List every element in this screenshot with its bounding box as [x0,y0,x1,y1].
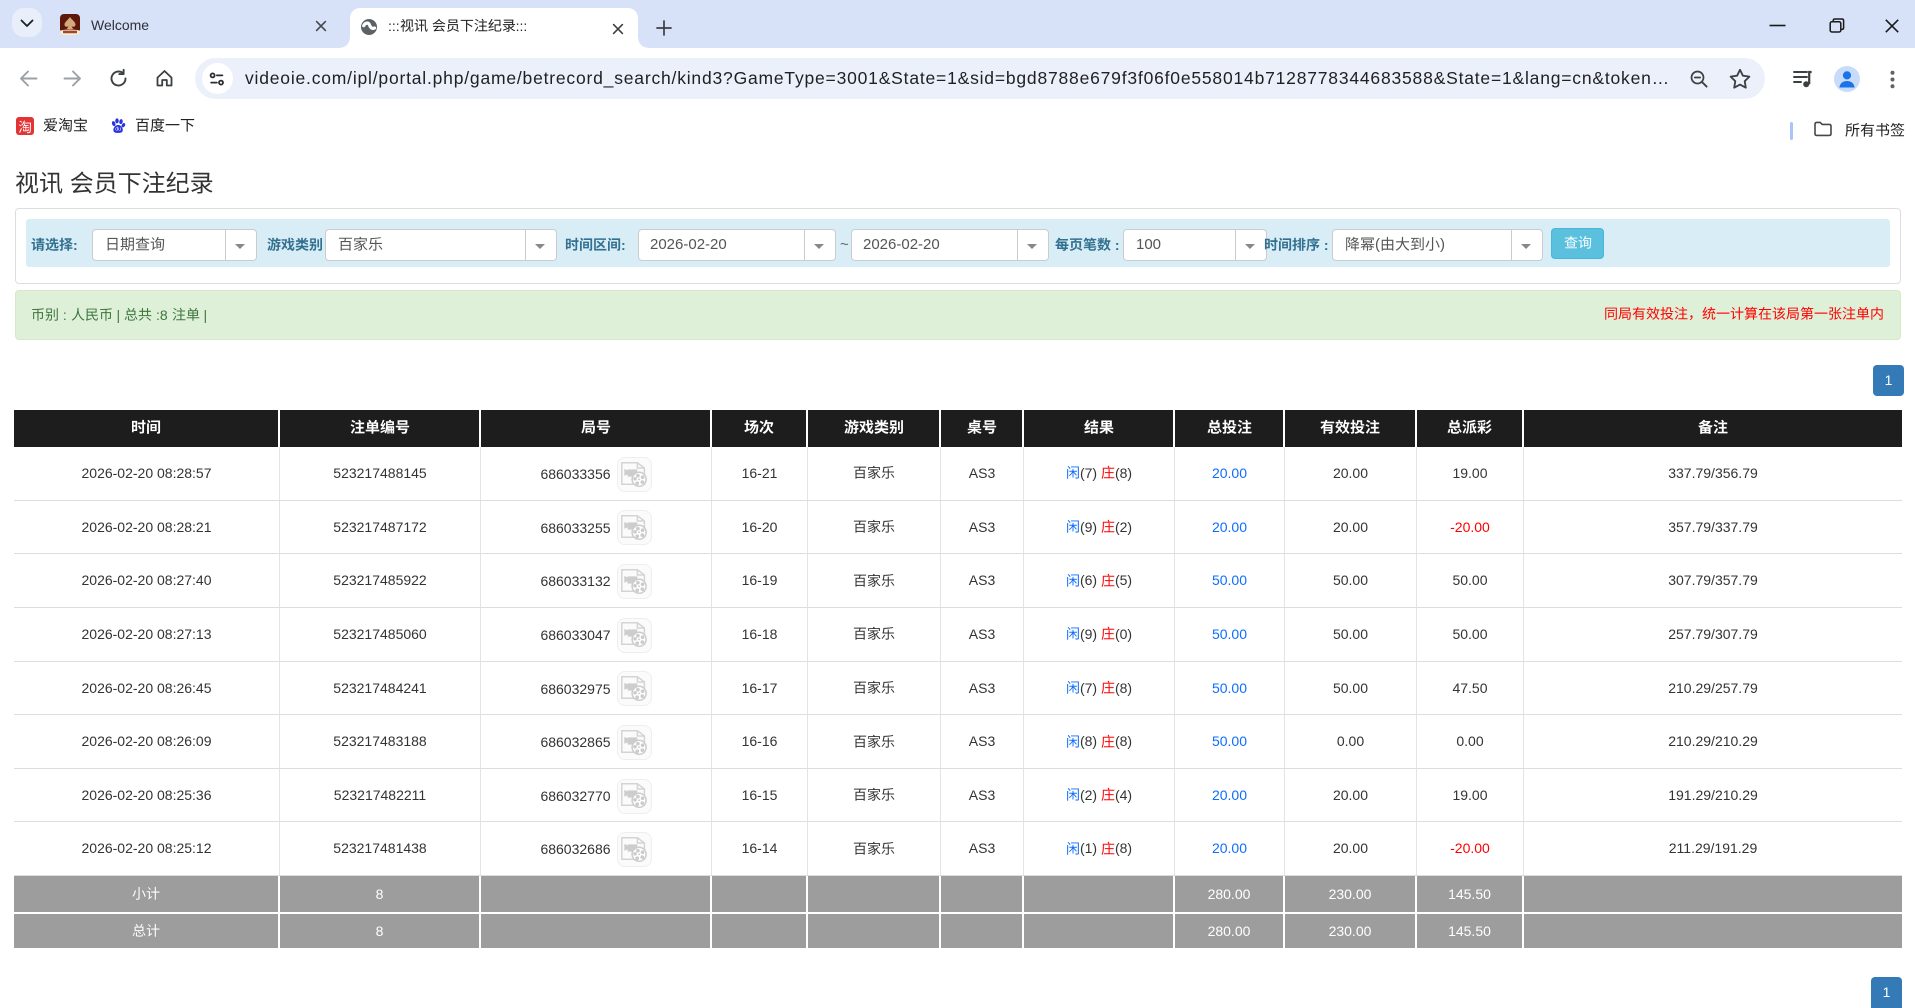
svg-text:du: du [115,127,121,133]
